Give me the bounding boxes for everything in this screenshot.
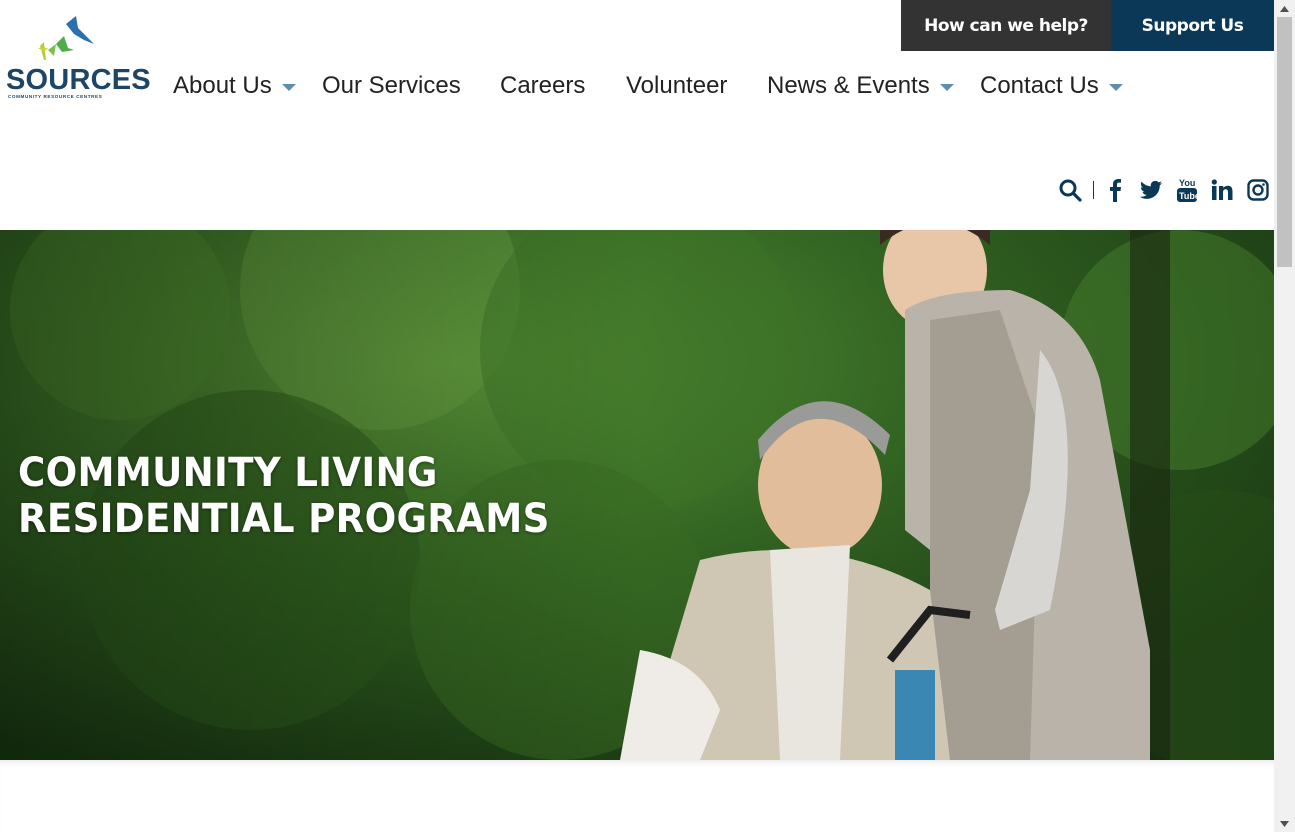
linkedin-icon[interactable] <box>1210 176 1234 204</box>
nav-item-volunteer[interactable]: Volunteer <box>626 66 727 106</box>
hero-title: COMMUNITY LIVING RESIDENTIAL PROGRAMS <box>18 450 550 542</box>
social-divider <box>1093 181 1094 199</box>
chevron-down-icon[interactable] <box>939 83 954 91</box>
chevron-down-icon[interactable] <box>1108 83 1123 91</box>
hero-title-line1: COMMUNITY LIVING <box>18 450 438 496</box>
logo-wordmark: SOURCES <box>6 64 151 96</box>
nav-item-careers[interactable]: Careers <box>500 66 585 106</box>
search-icon[interactable] <box>1057 176 1083 204</box>
instagram-icon[interactable] <box>1246 176 1270 204</box>
support-us-button[interactable]: Support Us <box>1111 0 1274 51</box>
scroll-down-icon[interactable] <box>1274 815 1295 832</box>
youtube-icon[interactable]: You Tube <box>1175 176 1199 204</box>
nav-label: Contact Us <box>980 72 1099 99</box>
nav-label: Our Services <box>322 72 461 99</box>
hero-title-line2: RESIDENTIAL PROGRAMS <box>18 496 550 542</box>
vertical-scrollbar[interactable] <box>1274 0 1295 832</box>
twitter-icon[interactable] <box>1139 176 1163 204</box>
site-header: SOURCES COMMUNITY RESOURCE CENTRES How c… <box>0 0 1274 230</box>
facebook-icon[interactable] <box>1105 176 1125 204</box>
svg-text:Tube: Tube <box>1179 191 1198 201</box>
logo[interactable]: SOURCES COMMUNITY RESOURCE CENTRES <box>4 14 151 102</box>
logo-tagline: COMMUNITY RESOURCE CENTRES <box>8 94 103 99</box>
chevron-down-icon[interactable] <box>281 83 296 91</box>
nav-label: Volunteer <box>626 72 728 99</box>
nav-item-about-us[interactable]: About Us <box>173 66 296 106</box>
birds-logo-icon <box>38 16 94 60</box>
nav-label: News & Events <box>767 72 930 99</box>
svg-text:You: You <box>1179 178 1195 188</box>
content-area <box>0 760 1274 832</box>
nav-label: About Us <box>173 72 272 99</box>
scrollbar-thumb[interactable] <box>1277 17 1292 267</box>
nav-item-our-services[interactable]: Our Services <box>322 66 461 106</box>
nav-item-contact-us[interactable]: Contact Us <box>980 66 1123 106</box>
how-can-we-help-button[interactable]: How can we help? <box>901 0 1111 51</box>
nav-label: Careers <box>500 72 586 99</box>
scroll-up-icon[interactable] <box>1274 0 1295 17</box>
nav-item-news-events[interactable]: News & Events <box>767 66 954 106</box>
hero-banner: COMMUNITY LIVING RESIDENTIAL PROGRAMS <box>0 230 1274 760</box>
